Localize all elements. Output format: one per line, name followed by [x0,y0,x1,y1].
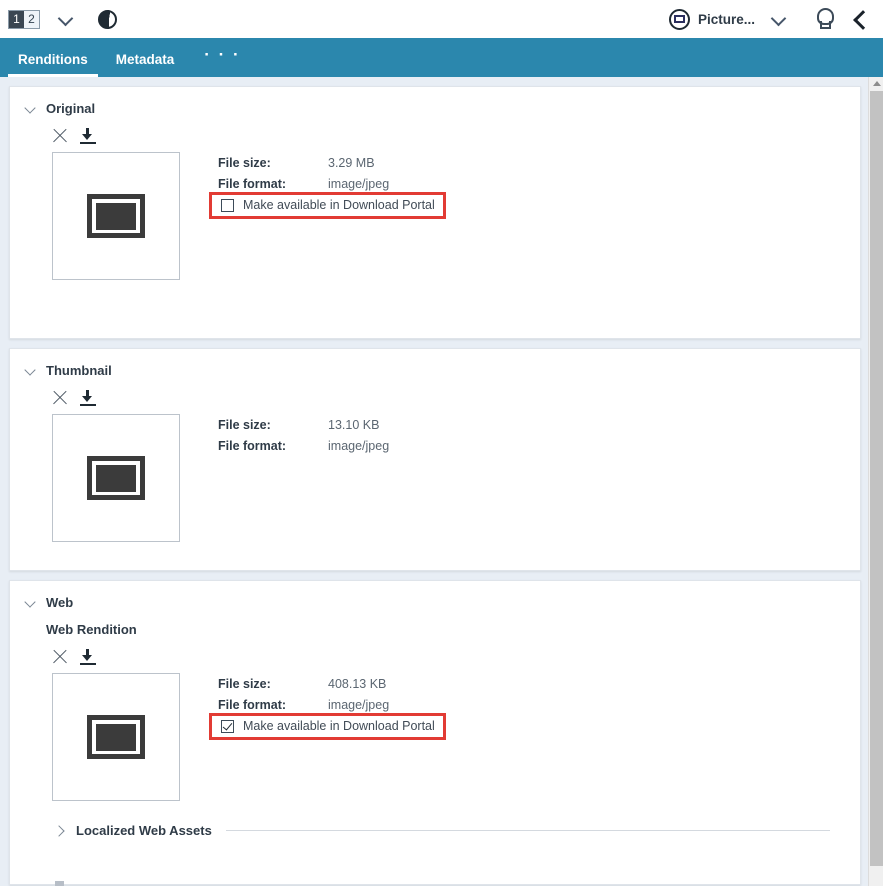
file-format-label: File format: [218,177,287,191]
page-selector-page-1[interactable]: 1 [9,10,24,28]
card-padding [10,838,860,884]
renditions-panel: Original File size: 3.29 MB File format:… [0,77,883,886]
asset-type-chevron-down-icon[interactable] [769,9,789,29]
image-placeholder-icon [87,456,145,500]
rendition-actions-original [10,116,860,144]
rendition-metadata: File size: 408.13 KB File format: image/… [180,673,455,801]
download-portal-checkbox-web[interactable]: Make available in Download Portal [209,713,446,740]
delete-icon[interactable] [52,128,68,144]
tab-overflow-menu[interactable]: · · · [194,45,250,77]
file-size-value: 408.13 KB [328,677,387,691]
section-title: Original [46,101,96,116]
file-format-label: File format: [218,439,287,453]
file-format-value: image/jpeg [328,177,390,191]
scrollbar-thumb[interactable] [870,91,883,866]
file-format-label: File format: [218,698,287,712]
section-header-thumbnail[interactable]: Thumbnail [10,349,860,378]
file-size-value: 3.29 MB [328,156,375,170]
rendition-metadata: File size: 13.10 KB File format: image/j… [180,414,389,542]
lightbulb-icon[interactable] [815,8,834,30]
section-title: Localized Web Assets [76,823,212,838]
rendition-card-web: Web Web Rendition File size: 408.13 KB F… [9,580,861,885]
image-placeholder-icon [87,194,145,238]
picture-icon [668,8,690,30]
rendition-body-web: File size: 408.13 KB File format: image/… [10,665,860,801]
tab-renditions[interactable]: Renditions [8,52,98,77]
card-padding [10,542,860,570]
rendition-body-thumbnail: File size: 13.10 KB File format: image/j… [10,406,860,542]
chevron-down-icon[interactable] [24,102,38,116]
file-format-value: image/jpeg [328,698,390,712]
chevron-down-icon[interactable] [56,9,76,29]
rendition-actions-web [10,637,860,665]
globe-icon[interactable] [98,9,117,29]
rendition-metadata: File size: 3.29 MB File format: image/jp… [180,152,455,280]
section-header-web[interactable]: Web [10,581,860,610]
tab-bar: Renditions Metadata · · · [0,38,883,77]
file-size-value: 13.10 KB [328,418,380,432]
rendition-thumbnail[interactable] [52,414,180,542]
section-subtitle-web-rendition: Web Rendition [46,622,137,637]
file-size-row: File size: 3.29 MB [218,156,455,170]
delete-icon[interactable] [52,390,68,406]
asset-type-label: Picture... [697,11,755,27]
card-padding [10,280,860,338]
download-icon[interactable] [80,649,96,665]
checkbox-icon[interactable] [221,198,234,212]
file-size-row: File size: 408.13 KB [218,677,455,691]
download-icon[interactable] [80,390,96,406]
file-format-value: image/jpeg [328,439,390,453]
download-portal-checkbox-original[interactable]: Make available in Download Portal [209,192,446,219]
top-toolbar: 1 2 Picture... [0,0,883,38]
tab-metadata[interactable]: Metadata [106,52,185,77]
rendition-actions-thumbnail [10,378,860,406]
file-size-label: File size: [218,418,271,432]
chevron-down-icon[interactable] [24,596,38,610]
horizontal-scrollbar-nub[interactable] [55,881,64,886]
rendition-card-thumbnail: Thumbnail File size: 13.10 KB File forma… [9,348,861,571]
rendition-body-original: File size: 3.29 MB File format: image/jp… [10,144,860,280]
rendition-card-original: Original File size: 3.29 MB File format:… [9,86,861,339]
download-portal-label: Make available in Download Portal [243,198,435,212]
file-format-row: File format: image/jpeg [218,439,389,453]
chevron-down-icon[interactable] [24,364,38,378]
page-selector-page-2[interactable]: 2 [24,10,39,28]
rendition-thumbnail[interactable] [52,673,180,801]
file-format-row: File format: image/jpeg [218,698,455,712]
download-portal-label: Make available in Download Portal [243,719,435,733]
asset-type-selector[interactable]: Picture... [668,8,789,30]
chevron-left-icon[interactable] [851,7,869,31]
section-header-localized-web-assets[interactable]: Localized Web Assets [10,823,860,838]
delete-icon[interactable] [52,649,68,665]
vertical-scrollbar[interactable] [868,77,883,886]
file-size-label: File size: [218,677,271,691]
image-placeholder-icon [87,715,145,759]
rendition-thumbnail[interactable] [52,152,180,280]
file-size-row: File size: 13.10 KB [218,418,389,432]
section-header-original[interactable]: Original [10,87,860,116]
file-format-row: File format: image/jpeg [218,177,455,191]
section-title: Thumbnail [46,363,112,378]
page-selector[interactable]: 1 2 [8,9,40,29]
scroll-up-arrow-icon[interactable] [873,81,881,86]
section-title: Web [46,595,74,610]
checkbox-icon[interactable] [221,719,234,733]
chevron-right-icon[interactable] [54,824,68,838]
file-size-label: File size: [218,156,271,170]
download-icon[interactable] [80,128,96,144]
divider [225,830,830,831]
